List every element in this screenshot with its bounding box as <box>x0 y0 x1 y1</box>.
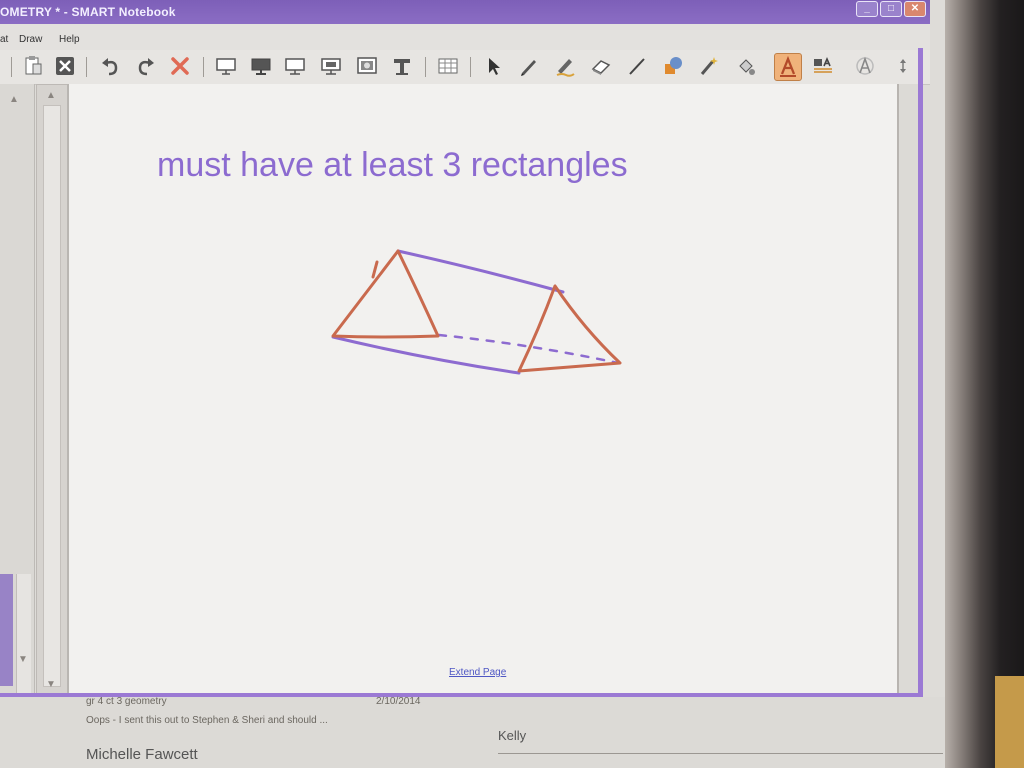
magic-pen-icon[interactable] <box>696 53 722 79</box>
prism-back-triangle[interactable] <box>517 284 622 373</box>
extend-page-link[interactable]: Extend Page <box>449 667 506 678</box>
fill-icon[interactable] <box>733 53 759 79</box>
toolbar <box>0 50 930 85</box>
delete-icon[interactable] <box>167 53 193 79</box>
full-screen-icon[interactable] <box>318 53 344 79</box>
prism-edge-bottom[interactable] <box>331 335 521 375</box>
document-camera-icon[interactable] <box>389 53 415 79</box>
panel-tab-accent[interactable] <box>0 574 13 686</box>
triangular-prism-drawing[interactable] <box>69 84 905 696</box>
eraser-icon[interactable] <box>588 53 614 79</box>
background-email-list: gr 4 ct 3 geometry 2/10/2014 Oops - I se… <box>0 696 945 768</box>
prism-front-triangle[interactable] <box>331 249 440 339</box>
toolbar-separator <box>203 57 204 77</box>
monitor-icon[interactable] <box>282 53 308 79</box>
chevron-down-icon[interactable]: ▼ <box>18 654 28 665</box>
line-icon[interactable] <box>624 53 650 79</box>
email-sender: Michelle Fawcett <box>86 746 198 763</box>
toolbar-separator <box>425 57 426 77</box>
email-subject: gr 4 ct 3 geometry <box>86 696 167 707</box>
menu-bar: at Draw Help <box>0 24 930 50</box>
menu-item-format[interactable]: at <box>0 34 8 45</box>
toolbar-separator <box>470 57 471 77</box>
toolbar-separator <box>86 57 87 77</box>
menu-item-help[interactable]: Help <box>59 34 80 45</box>
page-sorter-panel: ▲ ▼ <box>0 84 35 736</box>
chevron-up-icon[interactable]: ▲ <box>46 90 56 101</box>
window-border-accent <box>918 48 923 718</box>
select-icon[interactable] <box>481 53 507 79</box>
monitor-sticker <box>995 676 1024 768</box>
capture-icon[interactable] <box>354 53 380 79</box>
prism-edge-top[interactable] <box>396 249 565 294</box>
chevron-up-icon[interactable]: ▲ <box>9 94 19 105</box>
delete-page-icon[interactable] <box>52 53 78 79</box>
page-vertical-scrollbar[interactable]: ▲ ▼ <box>36 84 68 698</box>
window-title: OMETRY * - SMART Notebook <box>0 5 176 19</box>
display-icon[interactable] <box>248 53 274 79</box>
properties-icon[interactable] <box>852 53 878 79</box>
email-preview: Oops - I sent this out to Stephen & Sher… <box>86 715 328 726</box>
table-icon[interactable] <box>435 53 461 79</box>
redo-icon[interactable] <box>133 53 159 79</box>
notebook-page[interactable]: must have at least 3 rectangles Extend P… <box>67 84 905 696</box>
close-button[interactable]: ✕ <box>904 1 926 17</box>
divider <box>498 753 943 754</box>
clipboard-icon[interactable] <box>20 53 46 79</box>
menu-item-draw[interactable]: Draw <box>19 34 42 45</box>
pen-icon[interactable] <box>516 53 542 79</box>
email-recipient: Kelly <box>498 728 527 743</box>
minimize-button[interactable]: _ <box>856 1 878 17</box>
chevron-down-icon[interactable]: ▼ <box>46 679 56 690</box>
text-icon[interactable] <box>774 53 802 81</box>
undo-icon[interactable] <box>97 53 123 79</box>
creative-pen-icon[interactable] <box>552 53 578 79</box>
maximize-button[interactable]: □ <box>880 1 902 17</box>
more-icon[interactable] <box>890 53 916 79</box>
monitor-bezel <box>945 0 1024 768</box>
scrollbar-thumb[interactable] <box>43 105 61 687</box>
toolbar-separator <box>11 57 12 77</box>
window-controls: _ □ ✕ <box>856 1 926 17</box>
title-bar: OMETRY * - SMART Notebook _ □ ✕ <box>0 0 930 24</box>
text-style-icon[interactable] <box>810 53 836 79</box>
smart-notebook-window: OMETRY * - SMART Notebook _ □ ✕ at Draw … <box>0 0 945 768</box>
shapes-icon[interactable] <box>660 53 686 79</box>
email-date: 2/10/2014 <box>376 696 421 707</box>
screen-shade-icon[interactable] <box>213 53 239 79</box>
